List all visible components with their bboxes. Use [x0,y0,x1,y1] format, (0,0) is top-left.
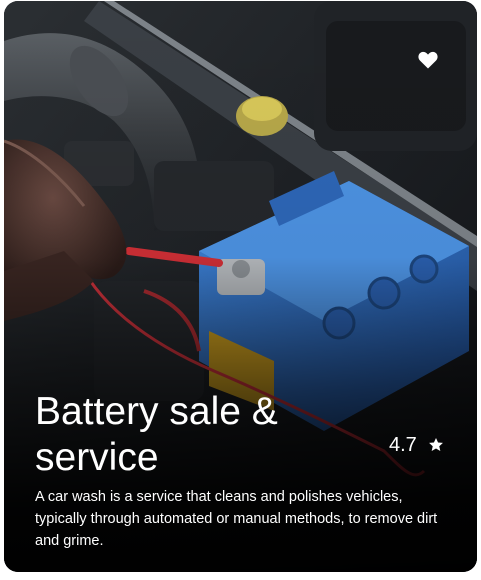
card-title: Battery sale & service [35,390,278,479]
favorite-button[interactable] [414,47,442,73]
star-icon [428,437,444,453]
rating-value: 4.7 [389,433,417,456]
rating: 4.7 [389,433,444,457]
card-description: A car wash is a service that cleans and … [35,489,438,549]
heart-icon [418,51,438,69]
service-card[interactable]: Battery sale & service 4.7 A car wash is… [4,1,477,572]
